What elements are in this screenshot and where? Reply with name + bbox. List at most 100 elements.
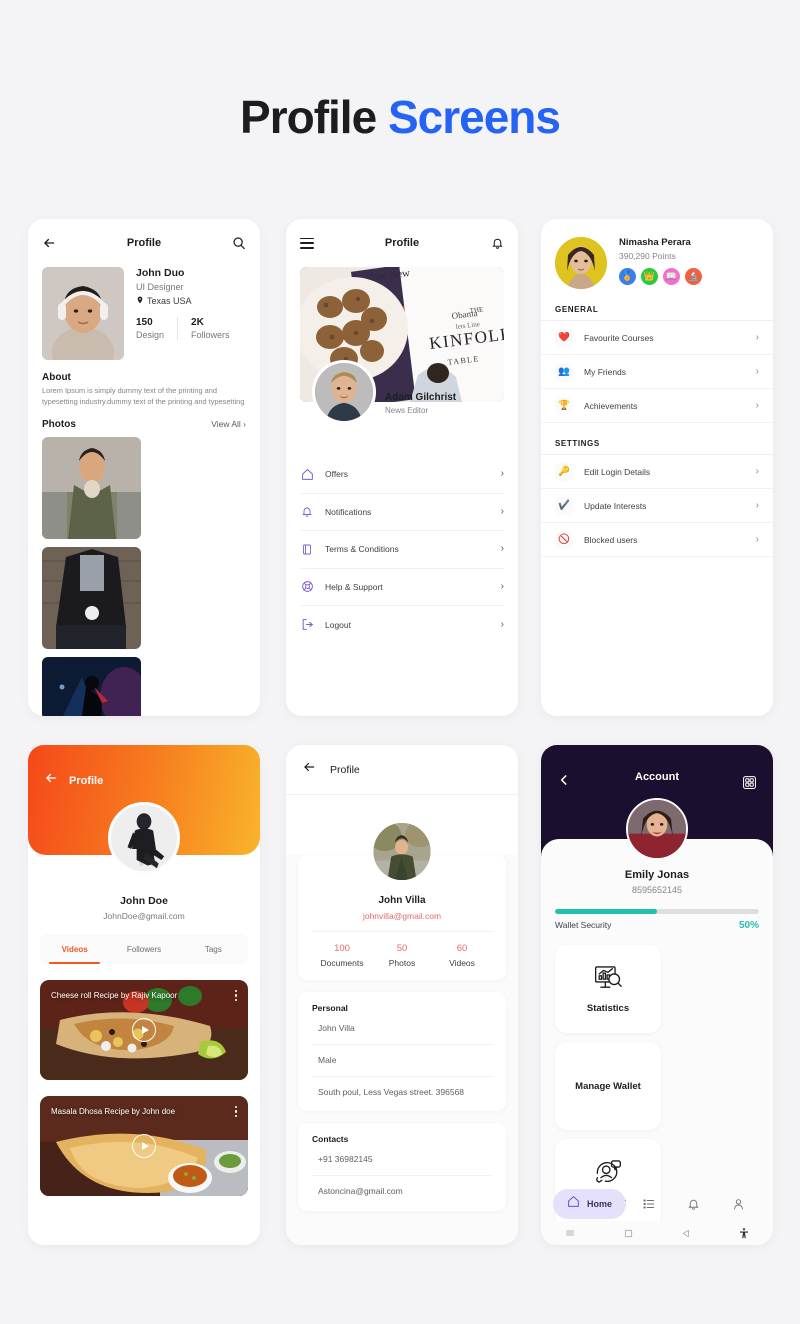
trophy-icon: 🏆 [555, 396, 573, 415]
phone-screen-john-doe: Profile John Doe JohnDoe@gmail.com Video… [28, 745, 260, 1245]
home-icon [300, 467, 314, 481]
orange-hero-header: Profile [28, 745, 260, 874]
nav-item-notifications[interactable] [671, 1197, 716, 1211]
recents-icon[interactable] [541, 1227, 599, 1239]
screen2-profile: Adam Gilchrist News Editor [286, 360, 518, 438]
science-badge[interactable]: 🔬 [685, 268, 702, 285]
wallet-security-progress [555, 909, 759, 914]
personal-field-gender[interactable]: Male [312, 1045, 492, 1077]
photo-thumb[interactable] [42, 547, 141, 650]
contacts-field-email[interactable]: Astoncina@gmail.com [312, 1176, 492, 1207]
view-all-link[interactable]: View All › [211, 419, 246, 429]
group-title-settings: SETTINGS [555, 439, 600, 448]
video-card-title: Cheese roll Recipe by Rajiv Kapoor [51, 991, 178, 1000]
menu-item-logout[interactable]: Logout › [300, 606, 504, 644]
menu-item-label: Notifications [325, 506, 372, 517]
nav-item-label: Home [587, 1199, 613, 1209]
menu-item-blocked-users[interactable]: 🚫 Blocked users › [541, 523, 773, 557]
hamburger-menu-icon[interactable] [300, 237, 314, 249]
photo-thumb[interactable] [42, 657, 141, 716]
profile-email: johnvilla@gmail.com [362, 911, 442, 921]
avatar [312, 360, 376, 424]
nav-item-list[interactable] [626, 1197, 671, 1211]
menu-item-label: Update Interests [584, 500, 647, 511]
profile-location: Texas USA [136, 296, 230, 306]
square-home-icon[interactable] [599, 1228, 657, 1239]
page-title-accent: Screens [387, 91, 561, 143]
more-vertical-icon[interactable] [234, 1106, 237, 1118]
menu-item-label: Edit Login Details [584, 466, 651, 477]
book-badge[interactable]: 📖 [663, 268, 680, 285]
profile-stats: 100 Documents 50 Photos 60 Videos [312, 931, 492, 968]
medal-badge[interactable]: 🏅 [619, 268, 636, 285]
contacts-field-phone[interactable]: +91 36982145 [312, 1144, 492, 1176]
system-navigation-bar [541, 1221, 773, 1245]
play-icon[interactable] [132, 1134, 156, 1158]
personal-field-name[interactable]: John Villa [312, 1013, 492, 1045]
wallet-security-label: Wallet Security [555, 920, 612, 930]
stat-number: 150 [136, 317, 153, 328]
blocked-icon: 🚫 [555, 530, 573, 549]
profile-location-text: Texas USA [147, 296, 192, 306]
profile-name: John Villa [378, 895, 426, 906]
screen2-title: Profile [384, 237, 420, 249]
menu-item-label: Logout [325, 619, 351, 630]
stat-documents: 100 Documents [312, 943, 372, 968]
menu-item-help[interactable]: Help & Support › [300, 569, 504, 606]
tile-statistics[interactable]: Statistics [555, 945, 661, 1033]
menu-item-edit-login-details[interactable]: 🔑 Edit Login Details › [541, 455, 773, 489]
menu-item-update-interests[interactable]: ✔️ Update Interests › [541, 489, 773, 523]
bell-icon [688, 1199, 699, 1210]
personal-field-address[interactable]: South poul, Less Vegas street. 396568 [312, 1077, 492, 1108]
stat-label: Followers [191, 330, 230, 340]
tab-videos[interactable]: Videos [40, 934, 109, 964]
arrow-left-icon[interactable] [44, 771, 58, 790]
play-icon[interactable] [132, 1018, 156, 1042]
crown-badge[interactable]: 👑 [641, 268, 658, 285]
avatar [371, 821, 433, 882]
screen6-title: Account [635, 771, 679, 783]
video-card[interactable]: Masala Dhosa Recipe by John doe [40, 1096, 248, 1196]
account-sheet: Emily Jonas 8595652145 Wallet Security 5… [541, 798, 773, 1245]
avatar [555, 237, 607, 289]
photos-grid [28, 430, 260, 716]
chevron-right-icon: › [500, 580, 504, 592]
tab-followers[interactable]: Followers [109, 934, 178, 964]
profile-stats: 150 Design 2K Followers [136, 317, 230, 340]
more-vertical-icon[interactable] [234, 990, 237, 1002]
tab-tags[interactable]: Tags [179, 934, 248, 964]
personal-card: Personal John Villa Male South poul, Les… [298, 992, 506, 1112]
nav-item-profile[interactable] [716, 1197, 761, 1211]
menu-item-my-friends[interactable]: 👥 My Friends › [541, 355, 773, 389]
list-icon [642, 1199, 654, 1209]
progress-fill [555, 909, 657, 914]
arrow-left-icon[interactable] [42, 236, 56, 250]
home-icon [567, 1195, 580, 1213]
profile-role: UI Designer [136, 282, 184, 292]
qr-grid-icon[interactable] [742, 775, 757, 790]
video-card[interactable]: Cheese roll Recipe by Rajiv Kapoor [40, 980, 248, 1080]
chevron-right-icon: › [755, 465, 759, 477]
key-icon: 🔑 [555, 462, 573, 481]
profile-name: John Doe [120, 895, 168, 907]
video-card-title: Masala Dhosa Recipe by John doe [51, 1107, 176, 1116]
nav-item-home[interactable]: Home [553, 1189, 627, 1219]
arrow-left-icon[interactable] [302, 760, 316, 779]
chevron-right-icon: › [755, 331, 759, 343]
profile-name: John Duo [136, 267, 185, 279]
stat-label: Photos [388, 958, 416, 968]
accessibility-icon[interactable] [715, 1227, 773, 1240]
chart-search-icon [593, 964, 623, 996]
tile-manage-wallet[interactable]: Manage Wallet [555, 1042, 661, 1130]
search-icon[interactable] [232, 236, 246, 250]
menu-item-terms[interactable]: Terms & Conditions › [300, 531, 504, 569]
menu-item-offers[interactable]: Offers › [300, 456, 504, 494]
photo-thumb[interactable] [42, 437, 141, 540]
tile-label: Statistics [586, 1003, 630, 1014]
menu-item-achievements[interactable]: 🏆 Achievements › [541, 389, 773, 423]
back-triangle-icon[interactable] [657, 1228, 715, 1239]
screen2-menu-list: Offers › Notifications › Terms & Conditi… [286, 456, 518, 644]
menu-item-notifications[interactable]: Notifications › [300, 494, 504, 531]
bell-icon[interactable] [491, 236, 504, 250]
menu-item-favourite-courses[interactable]: ❤️ Favourite Courses › [541, 321, 773, 355]
